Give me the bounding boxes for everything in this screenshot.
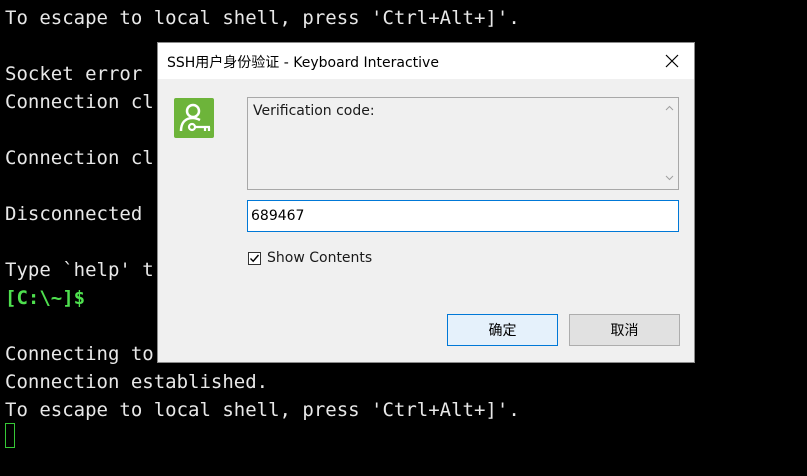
terminal-line: Connecting to bbox=[5, 343, 154, 365]
show-contents-label: Show Contents bbox=[267, 250, 373, 266]
show-contents-option[interactable]: Show Contents bbox=[248, 248, 372, 268]
terminal-line: Socket error bbox=[5, 63, 143, 85]
verification-code-input[interactable] bbox=[247, 200, 679, 232]
prompt-textarea[interactable]: Verification code: bbox=[247, 97, 679, 190]
chevron-up-icon[interactable] bbox=[665, 104, 674, 113]
cancel-button[interactable]: 取消 bbox=[569, 314, 680, 346]
vertical-scrollbar[interactable] bbox=[661, 98, 678, 189]
dialog-title: SSH用户身份验证 - Keyboard Interactive bbox=[167, 55, 439, 71]
dialog-titlebar[interactable]: SSH用户身份验证 - Keyboard Interactive bbox=[158, 43, 694, 79]
terminal-line: Connection established. bbox=[5, 371, 269, 393]
close-icon bbox=[665, 54, 679, 68]
terminal-line: To escape to local shell, press 'Ctrl+Al… bbox=[5, 7, 520, 29]
terminal-line: Type `help' t bbox=[5, 259, 154, 281]
chevron-down-icon[interactable] bbox=[665, 173, 674, 182]
terminal-cursor bbox=[5, 423, 15, 448]
terminal-line: To escape to local shell, press 'Ctrl+Al… bbox=[5, 399, 520, 421]
show-contents-checkbox[interactable] bbox=[248, 251, 261, 265]
prompt-label: Verification code: bbox=[253, 103, 375, 119]
checkmark-icon bbox=[250, 254, 260, 262]
terminal-line: Disconnected bbox=[5, 203, 143, 225]
close-button[interactable] bbox=[650, 43, 694, 79]
terminal-line: Connection cl bbox=[5, 91, 154, 113]
terminal-line: Connection cl bbox=[5, 147, 154, 169]
ok-button[interactable]: 确定 bbox=[447, 314, 558, 346]
user-key-icon bbox=[174, 98, 214, 138]
shell-prompt: [C:\~]$ bbox=[5, 287, 86, 309]
ssh-auth-dialog: SSH用户身份验证 - Keyboard Interactive Verific… bbox=[157, 42, 695, 363]
